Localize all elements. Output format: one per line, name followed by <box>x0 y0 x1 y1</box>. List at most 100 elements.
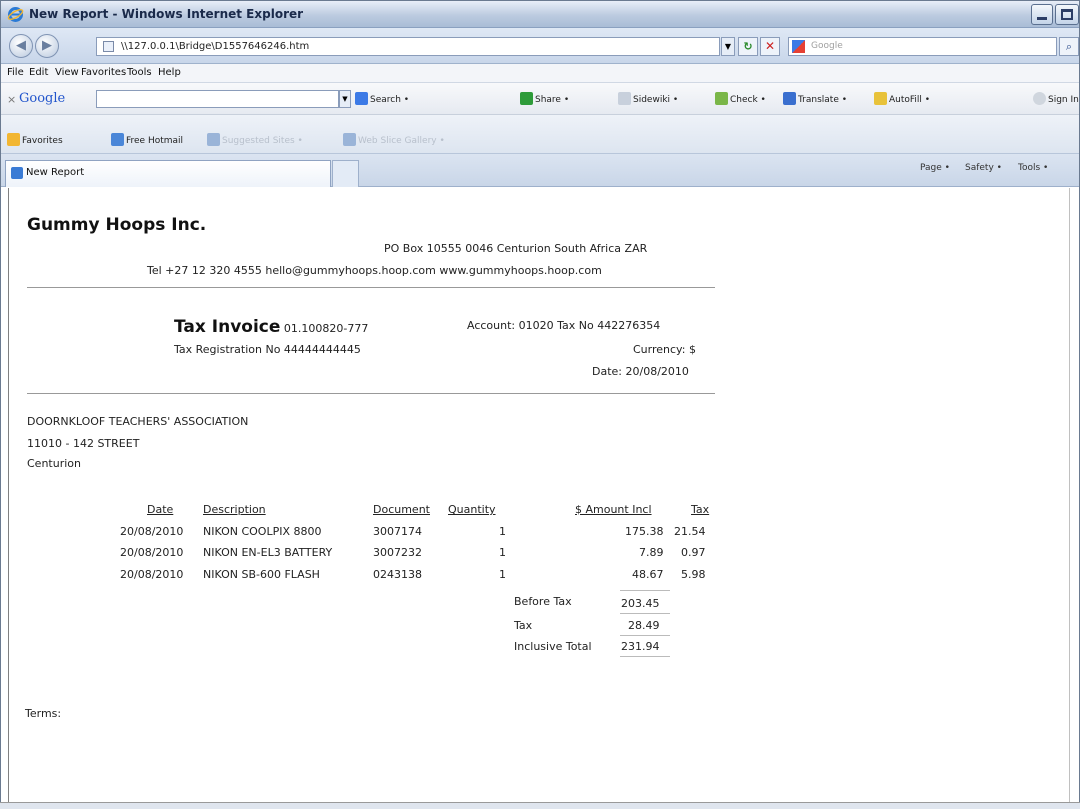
google-search-icon <box>355 92 368 105</box>
header-divider <box>27 287 715 288</box>
share-button[interactable]: Share • <box>520 92 569 105</box>
col-amount-header: $ Amount Incl <box>575 503 652 516</box>
autofill-icon <box>874 92 887 105</box>
table-row-quantity: 1 <box>499 525 506 538</box>
page-favicon-icon <box>11 167 23 179</box>
menu-file[interactable]: File <box>7 67 24 78</box>
totals-divider <box>620 590 670 591</box>
menu-edit[interactable]: Edit <box>29 67 48 78</box>
table-row-amount: 175.38 <box>625 525 664 538</box>
address-url: \\127.0.0.1\Bridge\D1557646246.htm <box>121 41 310 52</box>
tools-menu-button[interactable]: Tools • <box>1018 163 1048 173</box>
stop-button[interactable]: ✕ <box>760 37 780 56</box>
col-quantity-header: Quantity <box>448 503 496 516</box>
favorites-label: Favorites <box>22 136 63 146</box>
web-slice-gallery-link[interactable]: Web Slice Gallery • <box>343 133 445 146</box>
window-bottom-border <box>0 802 1080 809</box>
search-icon: ⌕ <box>1065 40 1073 53</box>
report-page: Gummy Hoops Inc. PO Box 10555 0046 Centu… <box>8 188 1070 802</box>
check-button[interactable]: Check • <box>715 92 766 105</box>
currency: Currency: $ <box>633 343 696 356</box>
table-row-tax: 5.98 <box>681 568 706 581</box>
toolbar-close-icon[interactable]: × <box>7 93 16 106</box>
maximize-icon <box>1061 9 1073 20</box>
totals-divider <box>620 613 670 614</box>
tax-registration: Tax Registration No 44444444445 <box>174 343 361 356</box>
sidewiki-button[interactable]: Sidewiki • <box>618 92 678 105</box>
favorites-bar: Favorites Free Hotmail Suggested Sites •… <box>1 115 1079 154</box>
refresh-button[interactable]: ↻ <box>738 37 758 56</box>
window-title: New Report - Windows Internet Explorer <box>29 7 304 21</box>
invoice-date: Date: 20/08/2010 <box>592 365 689 378</box>
address-input[interactable]: \\127.0.0.1\Bridge\D1557646246.htm <box>96 37 720 56</box>
tab-new-report[interactable]: New Report <box>5 160 331 187</box>
before-tax-label: Before Tax <box>514 595 572 608</box>
company-address: PO Box 10555 0046 Centurion South Africa… <box>384 242 648 255</box>
menu-bar: File Edit View Favorites Tools Help <box>1 64 1079 83</box>
sign-in-button[interactable]: Sign In <box>1033 92 1079 105</box>
sidewiki-label: Sidewiki • <box>633 95 679 105</box>
web-slice-gallery-label: Web Slice Gallery • <box>358 136 445 146</box>
user-icon <box>1033 92 1046 105</box>
before-tax-value: 203.45 <box>621 597 660 610</box>
google-search-button[interactable]: Search • <box>355 92 409 105</box>
sign-in-label: Sign In <box>1048 95 1079 105</box>
google-search-field[interactable] <box>96 90 339 108</box>
free-hotmail-link[interactable]: Free Hotmail <box>111 133 183 146</box>
search-input[interactable]: Google <box>788 37 1057 56</box>
favorites-button[interactable]: Favorites <box>7 133 63 146</box>
google-logo-icon <box>792 40 805 53</box>
col-document-header: Document <box>373 503 430 516</box>
forward-arrow-icon: ▶ <box>42 38 52 53</box>
search-placeholder: Google <box>811 41 843 51</box>
customer-street: 11010 - 142 STREET <box>27 437 140 450</box>
table-row-tax: 0.97 <box>681 546 706 559</box>
address-dropdown-button[interactable]: ▼ <box>721 37 735 56</box>
table-row-date: 20/08/2010 <box>120 525 184 538</box>
google-toolbar-logo: Google <box>19 91 66 106</box>
col-description-header: Description <box>203 503 266 516</box>
table-row-description: NIKON SB-600 FLASH <box>203 568 320 581</box>
minimize-button[interactable] <box>1031 4 1053 25</box>
search-button[interactable]: ⌕ <box>1059 37 1079 56</box>
share-label: Share • <box>535 95 570 105</box>
menu-view[interactable]: View <box>55 67 79 78</box>
menu-favorites[interactable]: Favorites <box>81 67 126 78</box>
table-row-document: 3007232 <box>373 546 422 559</box>
title-bar: New Report - Windows Internet Explorer <box>1 1 1079 28</box>
free-hotmail-label: Free Hotmail <box>126 136 184 146</box>
customer-city: Centurion <box>27 457 81 470</box>
google-toolbar: × Google ▼ Search • Share • Sidewiki • C… <box>1 83 1079 115</box>
web-slice-icon <box>343 133 356 146</box>
table-row-quantity: 1 <box>499 546 506 559</box>
customer-name: DOORNKLOOF TEACHERS' ASSOCIATION <box>27 415 249 428</box>
favorites-star-icon <box>7 133 20 146</box>
autofill-button[interactable]: AutoFill • <box>874 92 930 105</box>
new-tab-button[interactable] <box>332 160 359 187</box>
back-arrow-icon: ◀ <box>16 38 26 53</box>
invoice-title-line: Tax Invoice 01.100820-777 <box>174 317 368 337</box>
inclusive-total-value: 231.94 <box>621 640 660 653</box>
menu-tools[interactable]: Tools <box>127 67 152 78</box>
hotmail-icon <box>111 133 124 146</box>
table-row-date: 20/08/2010 <box>120 546 184 559</box>
account-info: Account: 01020 Tax No 442276354 <box>467 319 661 332</box>
translate-button[interactable]: Translate • <box>783 92 847 105</box>
translate-label: Translate • <box>798 95 848 105</box>
company-name: Gummy Hoops Inc. <box>27 215 207 235</box>
google-search-dropdown[interactable]: ▼ <box>339 90 351 108</box>
safety-menu-button[interactable]: Safety • <box>965 163 1002 173</box>
suggested-sites-link[interactable]: Suggested Sites • <box>207 133 303 146</box>
sidewiki-icon <box>618 92 631 105</box>
page-menu-button[interactable]: Page • <box>920 163 950 173</box>
page-icon <box>103 41 114 52</box>
table-row-description: NIKON EN-EL3 BATTERY <box>203 546 333 559</box>
menu-help[interactable]: Help <box>158 67 181 78</box>
spellcheck-icon <box>715 92 728 105</box>
forward-button[interactable]: ▶ <box>35 34 59 58</box>
back-button[interactable]: ◀ <box>9 34 33 58</box>
tab-row: New Report <box>1 154 1079 187</box>
maximize-button[interactable] <box>1055 4 1079 25</box>
minimize-icon <box>1037 17 1047 20</box>
tax-total-label: Tax <box>514 619 533 632</box>
